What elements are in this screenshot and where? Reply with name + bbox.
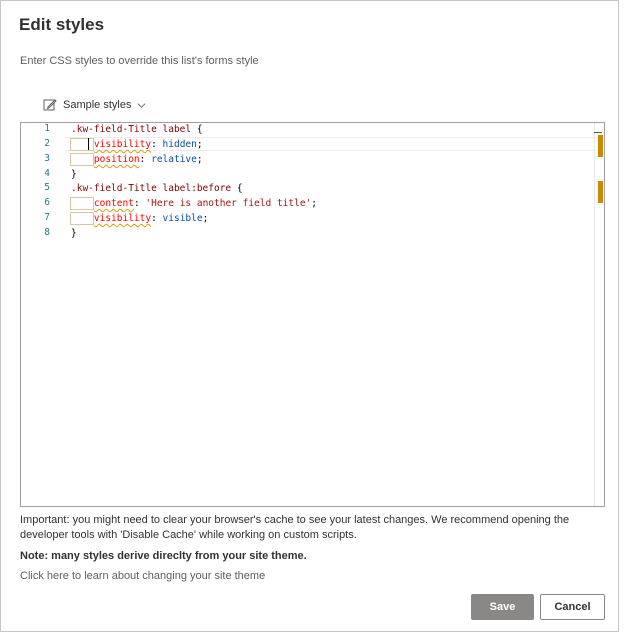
dialog-title: Edit styles bbox=[19, 15, 105, 34]
code-line: .kw-field-Title label:before { bbox=[71, 183, 243, 194]
code-line: } bbox=[71, 228, 77, 239]
code-line: .kw-field-Title label { bbox=[71, 124, 203, 135]
line-number: 1 bbox=[44, 123, 50, 134]
theme-note: Note: many styles derive direclty from y… bbox=[20, 550, 307, 562]
sample-styles-label: Sample styles bbox=[63, 99, 132, 111]
editor-scrollbar[interactable] bbox=[594, 123, 604, 506]
edit-styles-dialog: Edit styles Enter CSS styles to override… bbox=[0, 0, 619, 632]
line-number: 8 bbox=[44, 227, 50, 238]
line-number: 3 bbox=[44, 153, 50, 164]
save-button[interactable]: Save bbox=[471, 594, 534, 620]
cache-warning-text: Important: you might need to clear your … bbox=[20, 514, 570, 541]
chevron-down-icon bbox=[138, 102, 146, 108]
code-line: visibility: hidden; bbox=[93, 139, 203, 150]
css-code-editor[interactable]: 1 2 3 4 5 6 7 8 .kw-field-Title label { … bbox=[20, 122, 605, 507]
line-number-gutter: 1 2 3 4 5 6 7 8 bbox=[21, 123, 65, 506]
code-line: position: relative; bbox=[93, 154, 203, 165]
dialog-subtitle: Enter CSS styles to override this list's… bbox=[20, 55, 259, 67]
line-number: 2 bbox=[44, 138, 50, 149]
code-line: content: 'Here is another field title'; bbox=[93, 198, 317, 209]
scrollbar-top-edge bbox=[594, 132, 602, 133]
theme-help-link[interactable]: Click here to learn about changing your … bbox=[20, 570, 265, 582]
sample-styles-dropdown[interactable]: Sample styles bbox=[43, 96, 146, 114]
line-number: 4 bbox=[44, 168, 50, 179]
overview-ruler-mark bbox=[598, 135, 603, 157]
code-line: visibility: visible; bbox=[93, 213, 209, 224]
edit-icon bbox=[43, 99, 57, 111]
overview-ruler-mark bbox=[598, 181, 603, 203]
line-number: 6 bbox=[44, 197, 50, 208]
cancel-button[interactable]: Cancel bbox=[540, 594, 605, 620]
line-number: 7 bbox=[44, 212, 50, 223]
code-line: } bbox=[71, 169, 77, 180]
line-number: 5 bbox=[44, 182, 50, 193]
